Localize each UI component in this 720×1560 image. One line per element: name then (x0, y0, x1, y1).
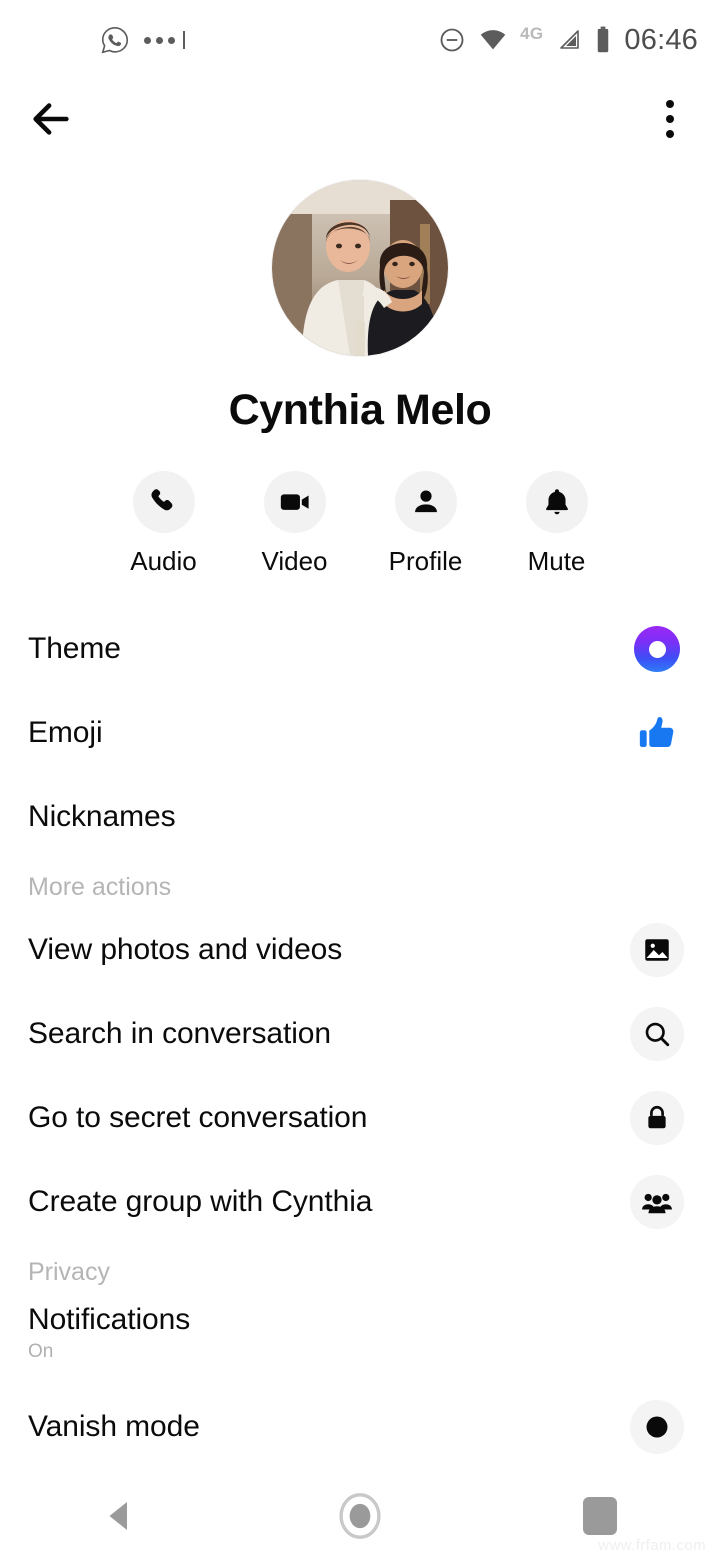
list-item-theme[interactable]: Theme (0, 607, 720, 691)
list-item-go-to-secret-conversation[interactable]: Go to secret conversation (0, 1076, 720, 1160)
list-item-text: Notifications On (28, 1303, 684, 1363)
person-icon (394, 471, 457, 533)
action-profile[interactable]: Profile (360, 471, 491, 577)
cellular-signal-icon (556, 28, 582, 52)
list-item-label: Search in conversation (28, 1017, 331, 1050)
whatsapp-icon (100, 25, 130, 55)
wifi-icon (479, 28, 507, 52)
list-item-search-in-conversation[interactable]: Search in conversation (0, 992, 720, 1076)
list-item-subtitle: On (28, 1341, 54, 1362)
settings-list: Theme Emoji Nicknames More actions View … (0, 607, 720, 1469)
status-bar-left (100, 25, 185, 55)
action-video[interactable]: Video (229, 471, 360, 577)
theme-gradient-ring-icon[interactable] (630, 622, 684, 676)
action-mute-label: Mute (527, 546, 586, 576)
section-header-more-actions: More actions (28, 873, 172, 901)
network-type-label: 4G (520, 24, 544, 43)
nav-home-icon[interactable] (285, 1472, 435, 1560)
back-arrow-icon[interactable] (28, 96, 74, 142)
list-item-label: View photos and videos (28, 933, 343, 966)
list-item-create-group-with-cynthia[interactable]: Create group with Cynthia (0, 1160, 720, 1244)
action-video-label: Video (261, 546, 328, 576)
list-item-label: Emoji (28, 716, 103, 749)
action-profile-label: Profile (388, 546, 463, 576)
quick-actions-row: Audio Video Profile Mute (0, 471, 720, 577)
top-navigation-bar (0, 80, 720, 158)
phone-icon (132, 471, 195, 533)
list-item-view-photos-and-videos[interactable]: View photos and videos (0, 908, 720, 992)
action-audio-label: Audio (130, 546, 197, 576)
status-bar-right: 4G 06:46 (438, 24, 698, 57)
search-icon[interactable] (630, 1007, 684, 1061)
nav-back-icon[interactable] (45, 1472, 195, 1560)
bell-icon (525, 471, 588, 533)
lock-icon[interactable] (630, 1091, 684, 1145)
list-item-label: Nicknames (28, 800, 176, 833)
list-item-vanish-mode[interactable]: Vanish mode (0, 1385, 720, 1469)
vanish-mode-icon[interactable] (630, 1400, 684, 1454)
battery-icon (595, 26, 611, 54)
avatar[interactable] (272, 180, 448, 356)
action-audio[interactable]: Audio (98, 471, 229, 577)
status-bar: 4G 06:46 (0, 0, 720, 80)
thumbs-up-icon[interactable] (630, 706, 684, 760)
list-item-label: Create group with Cynthia (28, 1185, 373, 1218)
list-item-nicknames[interactable]: Nicknames (0, 775, 720, 859)
list-item-label: Vanish mode (28, 1410, 200, 1443)
action-mute[interactable]: Mute (491, 471, 622, 577)
profile-header: Cynthia Melo Audio Video Profile Mute (0, 158, 720, 577)
video-camera-icon (263, 471, 326, 533)
list-item-label: Go to secret conversation (28, 1101, 368, 1134)
do-not-disturb-icon (438, 26, 466, 54)
list-item-emoji[interactable]: Emoji (0, 691, 720, 775)
more-notifications-icon (144, 31, 185, 49)
list-item-label: Theme (28, 632, 121, 665)
group-icon[interactable] (630, 1175, 684, 1229)
section-header-privacy: Privacy (28, 1258, 110, 1286)
watermark: www.frfam.com (598, 1537, 706, 1554)
overflow-menu-icon[interactable] (656, 94, 684, 144)
list-item-label: Notifications (28, 1303, 191, 1336)
image-icon[interactable] (630, 923, 684, 977)
list-item-notifications[interactable]: Notifications On (0, 1293, 720, 1385)
status-bar-clock: 06:46 (624, 23, 698, 56)
page-title: Cynthia Melo (228, 386, 492, 434)
